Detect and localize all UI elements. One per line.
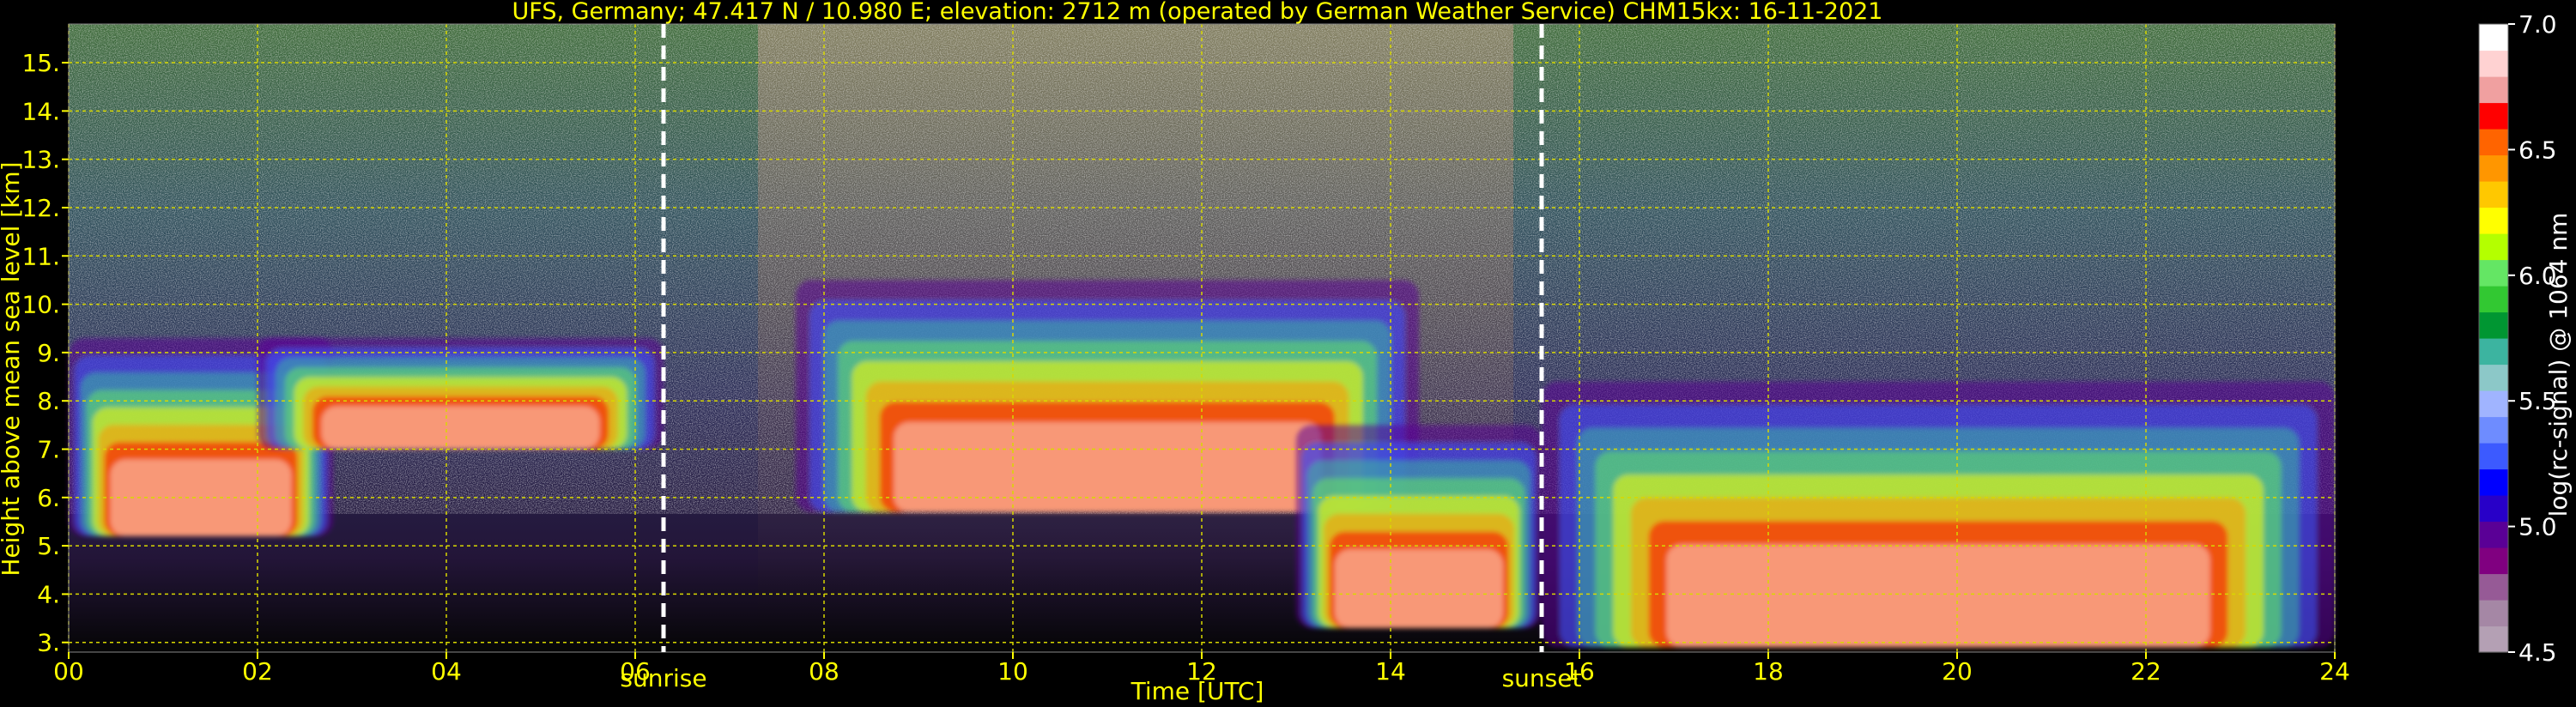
x-tick-label: 20 bbox=[1942, 657, 1973, 686]
colorbar-segment bbox=[2479, 495, 2508, 523]
colorbar-segment bbox=[2479, 338, 2508, 366]
colorbar-segment bbox=[2479, 625, 2508, 653]
ceilometer-figure: sunrise sunset 00 02 04 06 08 10 12 14 16 18 20 22 24… bbox=[0, 0, 2573, 705]
cloud-layer-band bbox=[894, 421, 1321, 512]
cloud-layer bbox=[1296, 425, 1542, 628]
y-tick-label: 3. bbox=[37, 629, 60, 657]
x-tick-label: 18 bbox=[1753, 657, 1784, 686]
colorbar-segment bbox=[2479, 181, 2508, 208]
colorbar-tick-label: 7.0 bbox=[2518, 10, 2557, 39]
cloud-layer-band bbox=[1335, 549, 1503, 628]
colorbar-segment bbox=[2479, 443, 2508, 470]
y-tick-label: 13. bbox=[21, 146, 60, 174]
x-tick-label: 24 bbox=[2319, 657, 2350, 686]
colorbar-segment bbox=[2479, 521, 2508, 548]
colorbar-segment bbox=[2479, 286, 2508, 313]
colorbar-segment bbox=[2479, 468, 2508, 496]
colorbar-segment bbox=[2479, 50, 2508, 77]
y-tick-label: 8. bbox=[37, 387, 60, 415]
x-tick-label: 08 bbox=[809, 657, 839, 686]
colorbar-label: log(rc-signal) @ 1064 nm bbox=[2544, 213, 2573, 517]
x-tick-label: 10 bbox=[997, 657, 1028, 686]
colorbar-tick-label: 6.5 bbox=[2518, 136, 2557, 164]
y-axis-label: Height above mean sea level [km] bbox=[0, 161, 25, 576]
colorbar-segment bbox=[2479, 207, 2508, 234]
cloud-layer-band bbox=[321, 406, 600, 450]
colorbar-segment bbox=[2479, 76, 2508, 104]
x-tick-label: 04 bbox=[431, 657, 462, 686]
colorbar-segment bbox=[2479, 390, 2508, 418]
colorbar-segment bbox=[2479, 364, 2508, 391]
colorbar-segment bbox=[2479, 233, 2508, 261]
colorbar-segment bbox=[2479, 24, 2508, 51]
cloud-layer-band bbox=[1666, 544, 2210, 648]
x-tick-label: 14 bbox=[1375, 657, 1406, 686]
y-tick-label: 10. bbox=[21, 291, 60, 319]
colorbar-segment bbox=[2479, 547, 2508, 575]
y-tick-label: 11. bbox=[21, 242, 60, 270]
y-tick-label: 6. bbox=[37, 484, 60, 512]
y-axis: 3. 4. 5. 6. 7. 8. 9. 10. 11. 12. 13. 14. 15. bbox=[21, 49, 69, 657]
x-axis-label: Time [UTC] bbox=[1130, 677, 1264, 705]
cloud-layer bbox=[258, 338, 664, 450]
colorbar-segment bbox=[2479, 416, 2508, 444]
cloud-layer bbox=[1542, 381, 2335, 648]
y-tick-label: 4. bbox=[37, 580, 60, 608]
colorbar-segment bbox=[2479, 154, 2508, 182]
colorbar-segment bbox=[2479, 311, 2508, 339]
y-tick-label: 5. bbox=[37, 532, 60, 560]
x-tick-label: 22 bbox=[2131, 657, 2161, 686]
x-tick-label: 00 bbox=[53, 657, 84, 686]
y-tick-label: 12. bbox=[21, 194, 60, 222]
x-tick-label: 16 bbox=[1564, 657, 1595, 686]
colorbar-segment bbox=[2479, 259, 2508, 287]
colorbar-segment bbox=[2479, 129, 2508, 156]
x-tick-label: 02 bbox=[242, 657, 273, 686]
y-tick-label: 15. bbox=[21, 49, 60, 77]
y-tick-label: 7. bbox=[37, 436, 60, 464]
colorbar-segment bbox=[2479, 102, 2508, 130]
chart-title: UFS, Germany; 47.417 N / 10.980 E; eleva… bbox=[512, 0, 1883, 25]
colorbar-segment bbox=[2479, 600, 2508, 627]
x-tick-label: 06 bbox=[620, 657, 651, 686]
y-tick-label: 14. bbox=[21, 97, 60, 125]
colorbar-segment bbox=[2479, 573, 2508, 601]
y-tick-label: 9. bbox=[37, 339, 60, 367]
colorbar-tick-label: 4.5 bbox=[2518, 638, 2557, 667]
